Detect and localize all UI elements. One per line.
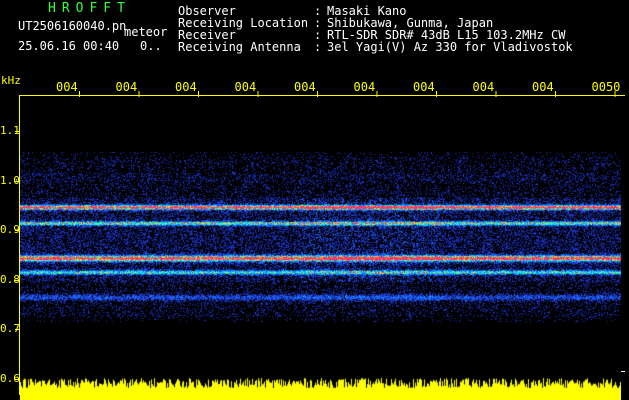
spectrogram-canvas (20, 97, 621, 400)
